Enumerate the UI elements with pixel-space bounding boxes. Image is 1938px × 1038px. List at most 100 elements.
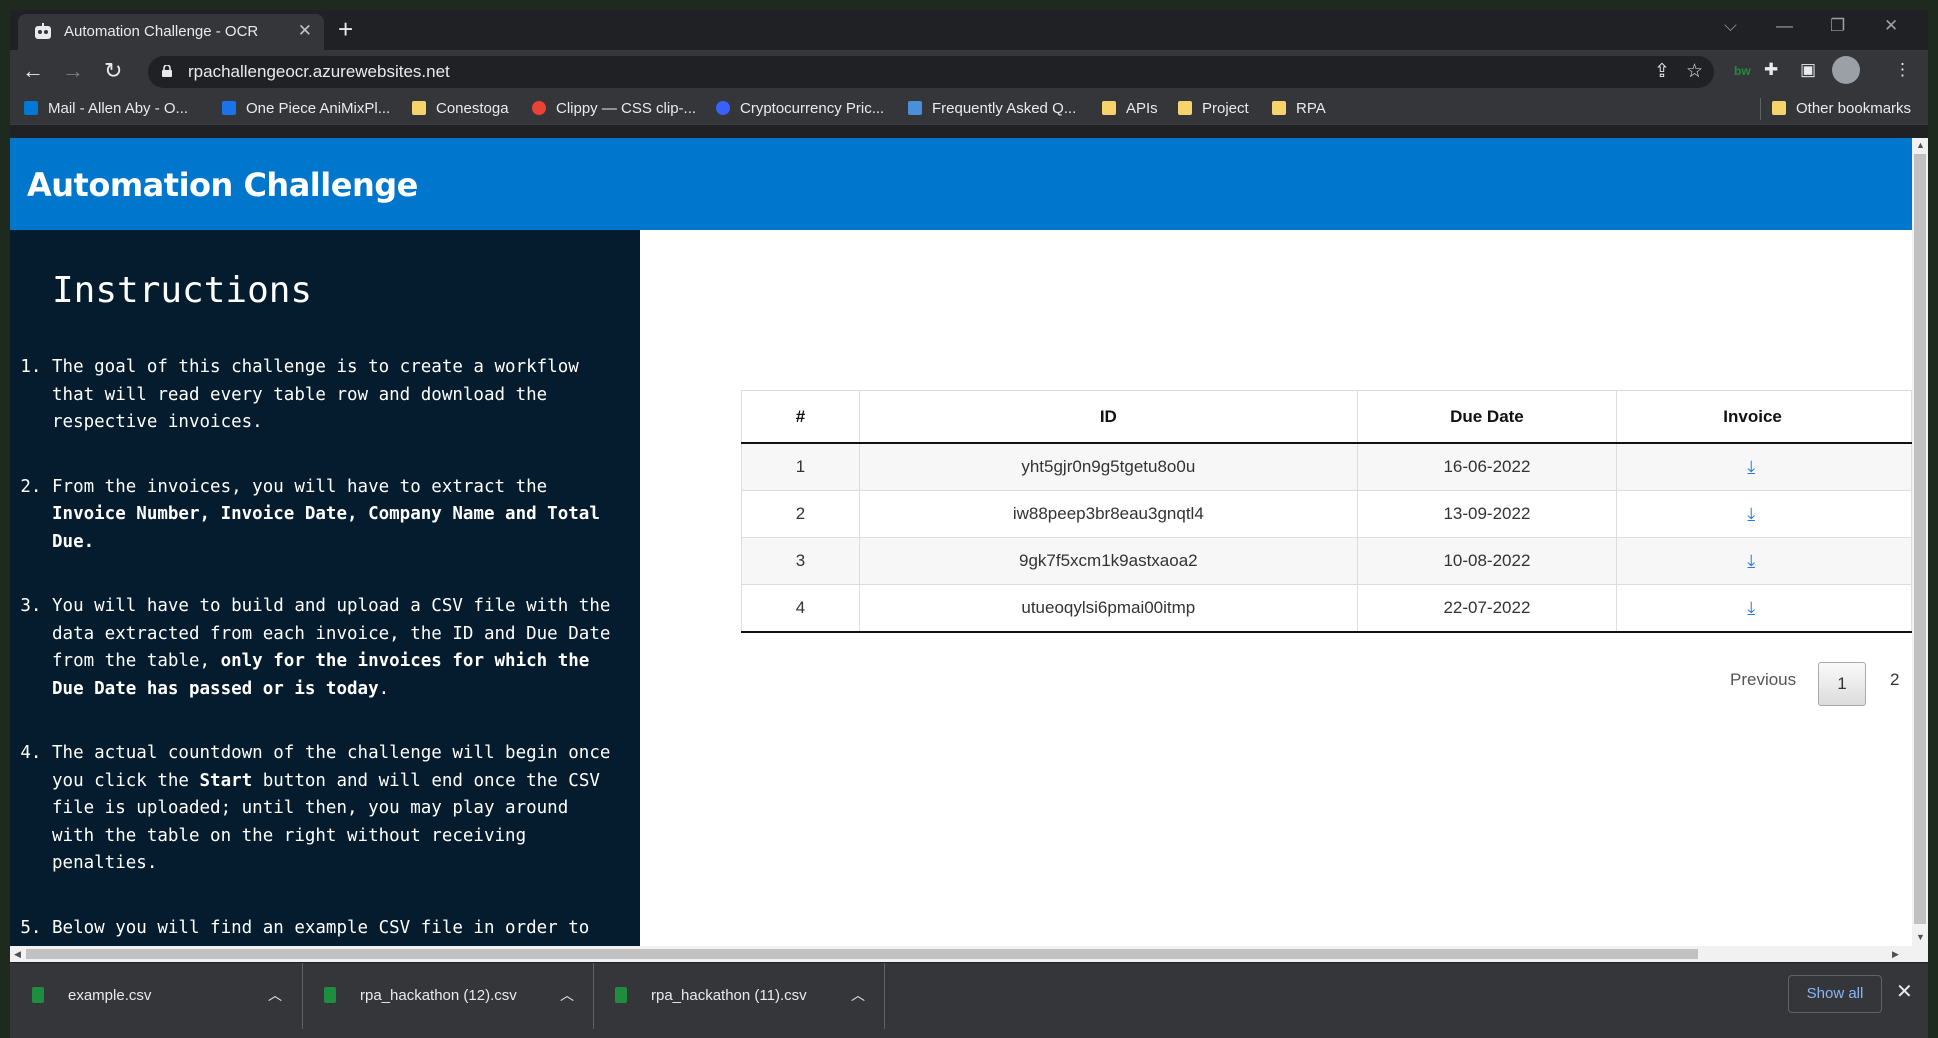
browser-tab[interactable]: Automation Challenge - OCR ✕ [18, 14, 324, 50]
row-invoice-cell: ⤓ [1616, 442, 1912, 491]
horizontal-scroll-thumb[interactable] [26, 949, 1698, 959]
scroll-up-icon[interactable]: ▲ [1916, 140, 1925, 150]
instructions-panel: Instructions The goal of this challenge … [10, 230, 640, 946]
download-item[interactable]: example.csv ︿ [10, 963, 303, 1029]
row-due-date: 16-06-2022 [1356, 442, 1618, 491]
bookmark-8[interactable]: RPA [1272, 100, 1326, 117]
browser-toolbar: ← → ↻ rpachallengeocr.azurewebsites.net … [10, 50, 1928, 94]
pagination-page-current[interactable]: 1 [1818, 662, 1866, 706]
pagination-page-next[interactable]: 2 [1890, 670, 1899, 690]
scroll-left-icon[interactable]: ◀ [14, 949, 21, 960]
other-bookmarks-label: Other bookmarks [1796, 100, 1912, 117]
close-tab-icon[interactable]: ✕ [298, 21, 312, 41]
csv-file-icon [32, 987, 44, 1003]
chevron-up-icon[interactable]: ︿ [560, 985, 574, 1005]
row-invoice-cell: ⤓ [1616, 537, 1912, 585]
share-icon[interactable]: ⇪ [1654, 60, 1670, 83]
bookmarks-divider [1760, 98, 1761, 120]
folder-icon [1102, 101, 1116, 115]
bookmark-label: Conestoga [436, 100, 509, 117]
page-title: Automation Challenge [27, 166, 418, 204]
bookmark-label: APIs [1126, 100, 1158, 117]
download-icon[interactable]: ⤓ [1747, 598, 1755, 618]
restore-icon[interactable]: ❐ [1830, 16, 1845, 36]
download-item[interactable]: rpa_hackathon (12).csv ︿ [302, 963, 594, 1029]
forward-icon[interactable]: → [62, 58, 84, 84]
chevron-up-icon[interactable]: ︿ [268, 985, 282, 1005]
address-bar[interactable]: rpachallengeocr.azurewebsites.net ⇪ ☆ [148, 56, 1714, 88]
download-icon[interactable]: ⤓ [1747, 504, 1755, 524]
bookmark-7[interactable]: Project [1178, 100, 1249, 117]
bookmark-5[interactable]: Frequently Asked Q... [908, 100, 1076, 117]
instruction-item: You will have to build and upload a CSV … [52, 593, 612, 703]
bookmark-2[interactable]: Conestoga [412, 100, 509, 117]
horizontal-scrollbar[interactable]: ◀ ▶ [10, 946, 1928, 962]
folder-icon [1272, 101, 1286, 115]
close-downloads-icon[interactable]: ✕ [1896, 979, 1913, 1004]
profile-avatar[interactable] [1832, 56, 1860, 84]
scroll-right-icon[interactable]: ▶ [1892, 949, 1899, 960]
vertical-scrollbar[interactable]: ▲ ▼ [1912, 138, 1928, 946]
page-viewport: Automation Challenge Instructions The go… [10, 138, 1912, 946]
scroll-down-icon[interactable]: ▼ [1916, 932, 1925, 942]
column-header-id: ID [859, 390, 1358, 444]
row-number: 3 [740, 537, 861, 585]
tab-strip: Automation Challenge - OCR ✕ + ⌵ — ❐ ✕ [10, 10, 1928, 50]
instruction-item: From the invoices, you will have to extr… [52, 474, 612, 557]
new-tab-icon[interactable]: + [338, 14, 353, 45]
download-filename: rpa_hackathon (11).csv [651, 987, 807, 1004]
page-header: Automation Challenge [10, 138, 1912, 230]
instruction-text: The goal of this challenge is to create … [52, 357, 579, 432]
table-row: 4 utueoqylsi6pmai00itmp 22-07-2022 ⤓ [740, 584, 1912, 633]
tab-search-icon[interactable]: ⌵ [1724, 16, 1737, 36]
csv-file-icon [615, 987, 627, 1003]
robot-favicon-icon [35, 23, 51, 39]
bookmark-star-icon[interactable]: ☆ [1686, 60, 1703, 83]
folder-icon [412, 101, 426, 115]
clippy-icon [532, 101, 546, 115]
table-header-row: # ID Due Date Invoice [740, 390, 1912, 444]
faq-cube-icon [908, 101, 922, 115]
bookmark-6[interactable]: APIs [1102, 100, 1158, 117]
instruction-item: The goal of this challenge is to create … [52, 354, 612, 437]
bookmark-label: Clippy — CSS clip-... [556, 100, 697, 117]
bitwarden-extension-icon[interactable]: bw [1734, 64, 1751, 78]
row-due-date: 13-09-2022 [1356, 490, 1618, 538]
extensions-puzzle-icon[interactable]: ✚ [1764, 60, 1778, 80]
show-all-button[interactable]: Show all [1788, 975, 1882, 1013]
folder-icon [1178, 101, 1192, 115]
bookmark-1[interactable]: One Piece AniMixPl... [222, 100, 390, 117]
minimize-icon[interactable]: — [1776, 16, 1793, 36]
row-due-date: 10-08-2022 [1356, 537, 1618, 585]
bookmark-4[interactable]: Cryptocurrency Pric... [716, 100, 884, 117]
bookmark-0[interactable]: Mail - Allen Aby - O... [24, 100, 188, 117]
downloads-bar: example.csv ︿ rpa_hackathon (12).csv ︿ r… [10, 962, 1928, 1038]
reload-icon[interactable]: ↻ [104, 58, 122, 84]
instruction-text: Below you will find an example CSV file … [52, 917, 590, 938]
side-panel-icon[interactable]: ▣ [1800, 60, 1816, 80]
column-header-invoice: Invoice [1616, 390, 1912, 444]
download-icon[interactable]: ⤓ [1747, 551, 1755, 571]
folder-icon [1772, 101, 1786, 115]
row-number: 4 [740, 584, 861, 633]
bookmark-3[interactable]: Clippy — CSS clip-... [532, 100, 696, 117]
row-invoice-cell: ⤓ [1616, 584, 1912, 633]
pagination-previous[interactable]: Previous [1730, 670, 1796, 690]
animixplay-icon [222, 101, 236, 115]
back-icon[interactable]: ← [22, 58, 44, 84]
row-invoice-cell: ⤓ [1616, 490, 1912, 538]
other-bookmarks[interactable]: Other bookmarks [1772, 100, 1911, 117]
download-item[interactable]: rpa_hackathon (11).csv ︿ [593, 963, 885, 1029]
menu-kebab-icon[interactable]: ⋮ [1894, 60, 1911, 80]
bookmark-label: One Piece AniMixPl... [246, 100, 391, 117]
chevron-up-icon[interactable]: ︿ [851, 985, 865, 1005]
bookmark-label: RPA [1296, 100, 1326, 117]
row-id: yht5gjr0n9g5tgetu8o0u [859, 442, 1358, 491]
instructions-title: Instructions [52, 270, 313, 311]
tab-title: Automation Challenge - OCR [64, 23, 259, 40]
download-icon[interactable]: ⤓ [1747, 457, 1755, 477]
url-text: rpachallengeocr.azurewebsites.net [188, 62, 450, 81]
invoice-table: # ID Due Date Invoice 1 yht5gjr0n9g5tget… [740, 390, 1912, 633]
close-window-icon[interactable]: ✕ [1884, 16, 1898, 36]
vertical-scroll-thumb[interactable] [1914, 154, 1926, 924]
